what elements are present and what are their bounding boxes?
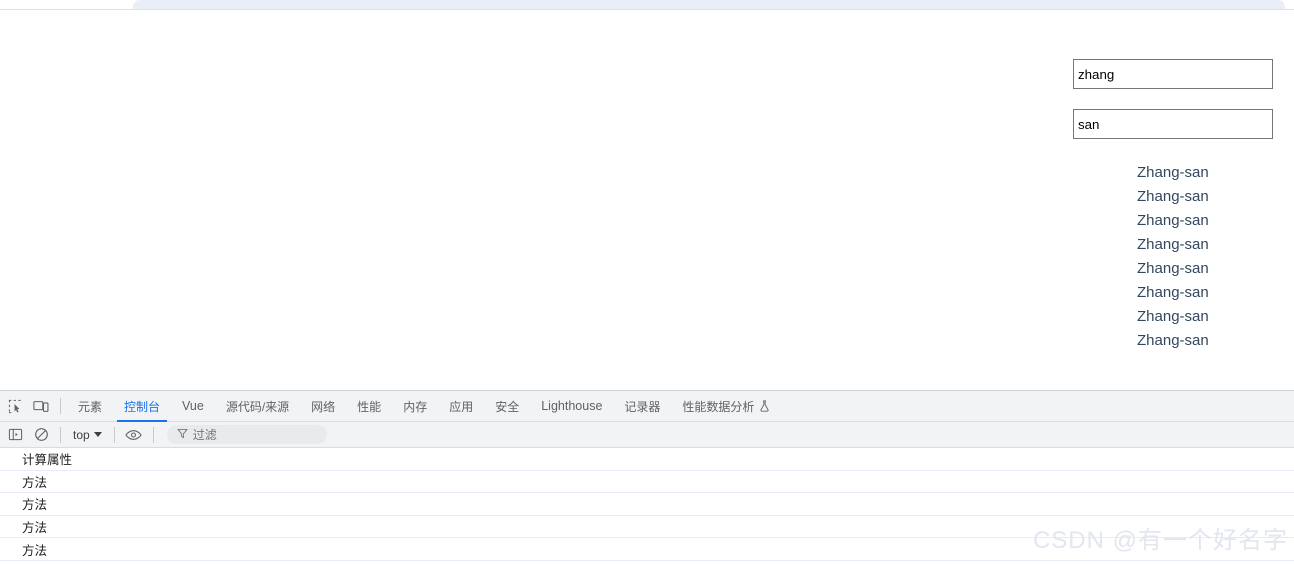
tab-label: 性能数据分析 bbox=[682, 399, 755, 414]
clear-console-icon[interactable] bbox=[28, 422, 54, 448]
tab-vue[interactable]: Vue bbox=[171, 391, 215, 422]
list-item: Zhang-san bbox=[1137, 188, 1209, 205]
tab-security[interactable]: 安全 bbox=[484, 391, 530, 422]
console-row[interactable]: 方法 bbox=[0, 471, 1294, 494]
tab-label: 源代码/来源 bbox=[225, 399, 290, 414]
toolbar-divider bbox=[152, 426, 154, 443]
tab-label: 应用 bbox=[449, 399, 474, 414]
devtools-panel: 元素 控制台 Vue 源代码/来源 网络 性能 内存 应用 安全 Lightho… bbox=[0, 390, 1294, 564]
live-expression-eye-icon[interactable] bbox=[121, 422, 147, 448]
tab-memory[interactable]: 内存 bbox=[392, 391, 438, 422]
tab-network[interactable]: 网络 bbox=[300, 391, 346, 422]
tab-recorder[interactable]: 记录器 bbox=[613, 391, 671, 422]
console-row[interactable]: 计算属性 bbox=[0, 448, 1294, 471]
tab-label: 元素 bbox=[78, 399, 103, 414]
flask-icon bbox=[759, 400, 770, 412]
tab-label: 控制台 bbox=[124, 399, 161, 414]
execution-context-select[interactable]: top bbox=[67, 427, 108, 443]
devtools-tabbar: 元素 控制台 Vue 源代码/来源 网络 性能 内存 应用 安全 Lightho… bbox=[0, 391, 1294, 422]
console-message-text: 方法 bbox=[22, 521, 48, 536]
console-message-text: 计算属性 bbox=[22, 453, 73, 468]
list-item: Zhang-san bbox=[1137, 308, 1209, 325]
console-message-list[interactable]: 计算属性 方法 方法 方法 方法 bbox=[0, 448, 1294, 562]
filter-icon bbox=[177, 426, 188, 444]
tab-performance[interactable]: 性能 bbox=[346, 391, 392, 422]
tab-label: 记录器 bbox=[624, 399, 661, 414]
tab-label: 内存 bbox=[403, 399, 428, 414]
console-filter-input[interactable]: 过滤 bbox=[166, 425, 327, 444]
console-sidebar-toggle-icon[interactable] bbox=[2, 422, 28, 448]
tab-sources[interactable]: 源代码/来源 bbox=[215, 391, 300, 422]
tab-label: 性能 bbox=[357, 399, 382, 414]
last-name-input[interactable] bbox=[1073, 109, 1273, 139]
list-item: Zhang-san bbox=[1137, 212, 1209, 229]
toolbar-divider bbox=[113, 426, 115, 443]
list-item: Zhang-san bbox=[1137, 284, 1209, 301]
tab-lighthouse[interactable]: Lighthouse bbox=[530, 391, 613, 422]
inspect-element-icon[interactable] bbox=[2, 393, 28, 419]
console-row[interactable]: 方法 bbox=[0, 493, 1294, 516]
tab-label: 网络 bbox=[311, 399, 336, 414]
browser-chrome-divider bbox=[0, 9, 1294, 10]
tab-application[interactable]: 应用 bbox=[438, 391, 484, 422]
tab-label: 安全 bbox=[495, 399, 520, 414]
toolbar-divider bbox=[60, 426, 61, 443]
tab-console[interactable]: 控制台 bbox=[113, 391, 171, 422]
first-name-input[interactable] bbox=[1073, 59, 1273, 89]
full-name-list: Zhang-san Zhang-san Zhang-san Zhang-san … bbox=[1137, 161, 1287, 353]
list-item: Zhang-san bbox=[1137, 236, 1209, 253]
tab-performance-insights[interactable]: 性能数据分析 bbox=[671, 391, 781, 422]
list-item: Zhang-san bbox=[1137, 260, 1209, 277]
console-toolbar: top 过滤 bbox=[0, 422, 1294, 448]
tab-elements[interactable]: 元素 bbox=[67, 391, 113, 422]
execution-context-label: top bbox=[73, 427, 90, 442]
device-toolbar-icon[interactable] bbox=[28, 393, 54, 419]
browser-tabstrip-band bbox=[133, 0, 1285, 9]
console-message-text: 方法 bbox=[22, 475, 48, 490]
tab-label: Lighthouse bbox=[541, 399, 603, 413]
chevron-down-icon bbox=[93, 432, 102, 437]
console-message-text: 方法 bbox=[22, 498, 48, 513]
list-item: Zhang-san bbox=[1137, 164, 1209, 181]
console-message-text: 方法 bbox=[22, 543, 48, 558]
page-viewport: Zhang-san Zhang-san Zhang-san Zhang-san … bbox=[0, 11, 1294, 390]
tab-label: Vue bbox=[182, 399, 204, 413]
list-item: Zhang-san bbox=[1137, 332, 1209, 349]
console-row[interactable]: 方法 bbox=[0, 516, 1294, 539]
toolbar-divider bbox=[60, 398, 61, 414]
filter-placeholder: 过滤 bbox=[192, 428, 217, 442]
console-row[interactable]: 方法 bbox=[0, 538, 1294, 561]
